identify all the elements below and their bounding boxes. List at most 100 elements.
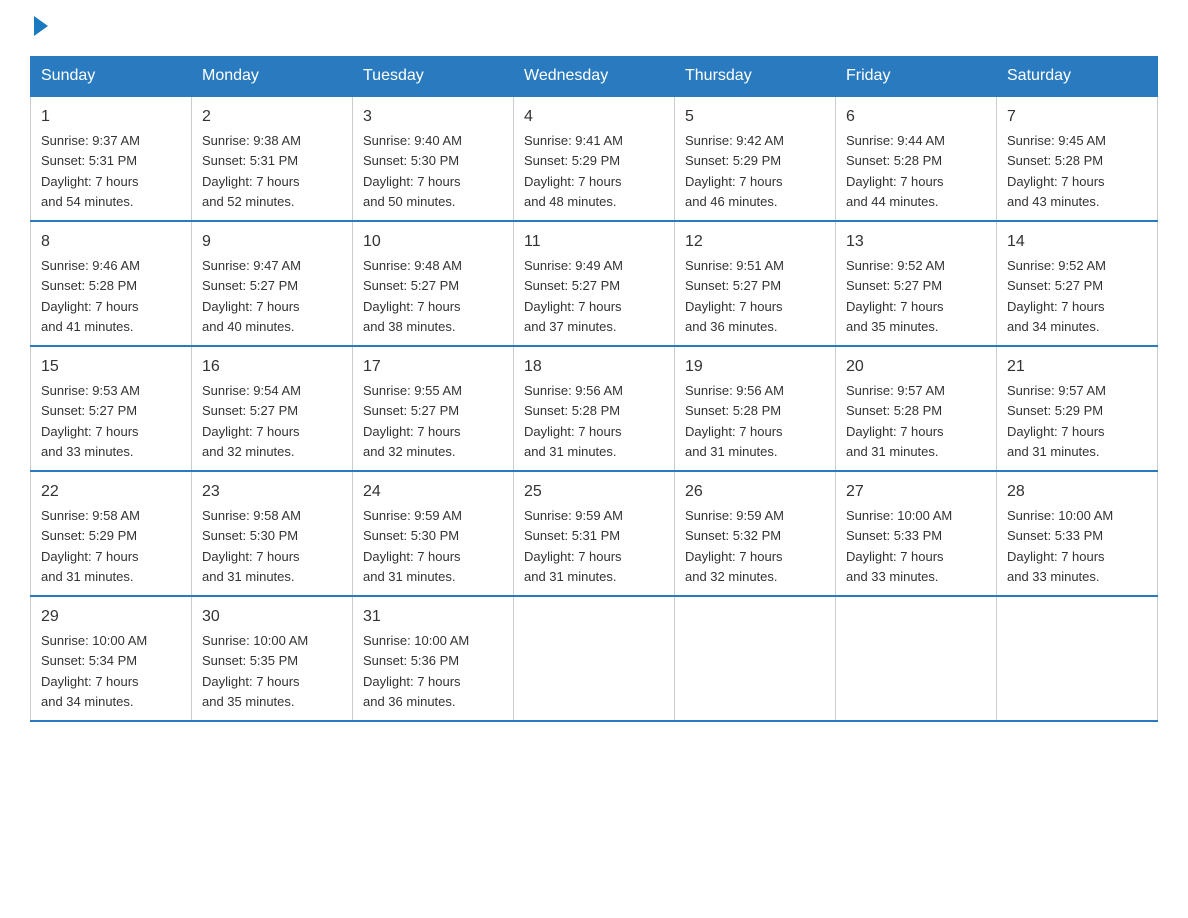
day-info-line: and 32 minutes.: [685, 569, 778, 584]
day-info-line: Sunset: 5:27 PM: [202, 403, 298, 418]
day-info-line: and 31 minutes.: [685, 444, 778, 459]
day-info-line: Sunset: 5:28 PM: [846, 153, 942, 168]
day-number: 5: [685, 105, 825, 129]
day-info-line: Daylight: 7 hours: [685, 549, 783, 564]
calendar-cell: 19Sunrise: 9:56 AMSunset: 5:28 PMDayligh…: [675, 346, 836, 471]
day-info-line: Sunrise: 9:41 AM: [524, 133, 623, 148]
day-info-line: Sunset: 5:33 PM: [846, 528, 942, 543]
calendar-cell: 2 Sunrise: 9:38 AM Sunset: 5:31 PM Daylight…: [192, 96, 353, 221]
day-info-line: Sunset: 5:31 PM: [524, 528, 620, 543]
day-info-line: and 43 minutes.: [1007, 194, 1100, 209]
calendar-cell: 17Sunrise: 9:55 AMSunset: 5:27 PMDayligh…: [353, 346, 514, 471]
calendar-week-row: 29Sunrise: 10:00 AMSunset: 5:34 PMDaylig…: [31, 596, 1158, 721]
calendar-cell: 5Sunrise: 9:42 AMSunset: 5:29 PMDaylight…: [675, 96, 836, 221]
day-info-line: Sunrise: 9:47 AM: [202, 258, 301, 273]
day-number: 16: [202, 355, 342, 379]
calendar-week-row: 8 Sunrise: 9:46 AM Sunset: 5:28 PM Daylight…: [31, 221, 1158, 346]
day-info-line: Sunrise: 9:49 AM: [524, 258, 623, 273]
calendar-header-monday: Monday: [192, 57, 353, 97]
page-header: [30, 20, 1158, 36]
calendar-cell: 9 Sunrise: 9:47 AM Sunset: 5:27 PM Daylight…: [192, 221, 353, 346]
day-info-line: Sunrise: 9:46 AM: [41, 258, 140, 273]
day-number: 19: [685, 355, 825, 379]
day-info-line: Sunrise: 9:40 AM: [363, 133, 462, 148]
day-info-line: and 54 minutes.: [41, 194, 134, 209]
calendar-cell: 11Sunrise: 9:49 AMSunset: 5:27 PMDayligh…: [514, 221, 675, 346]
day-info-line: Daylight: 7 hours: [685, 299, 783, 314]
calendar-header-wednesday: Wednesday: [514, 57, 675, 97]
day-number: 12: [685, 230, 825, 254]
calendar-cell: 1Sunrise: 9:37 AMSunset: 5:31 PMDaylight…: [31, 96, 192, 221]
day-info-line: Sunset: 5:35 PM: [202, 653, 298, 668]
day-info-line: and 50 minutes.: [363, 194, 456, 209]
day-info-line: Sunrise: 9:52 AM: [1007, 258, 1106, 273]
calendar-week-row: 1Sunrise: 9:37 AMSunset: 5:31 PMDaylight…: [31, 96, 1158, 221]
day-info-line: Daylight: 7 hours: [524, 549, 622, 564]
day-info-line: Daylight: 7 hours: [202, 174, 300, 189]
day-info-line: and 35 minutes.: [202, 694, 295, 709]
day-info-line: and 31 minutes.: [41, 569, 134, 584]
day-info-line: and 32 minutes.: [202, 444, 295, 459]
day-info-line: Sunset: 5:27 PM: [524, 278, 620, 293]
day-number: 9: [202, 230, 342, 254]
day-info-line: and 37 minutes.: [524, 319, 617, 334]
day-info-line: Sunrise: 9:59 AM: [685, 508, 784, 523]
day-info-line: and 36 minutes.: [363, 694, 456, 709]
calendar-cell: 7Sunrise: 9:45 AMSunset: 5:28 PMDaylight…: [997, 96, 1158, 221]
calendar-cell: 8Sunrise: 9:46 AMSunset: 5:28 PMDaylight…: [31, 221, 192, 346]
day-info-line: Sunrise: 10:00 AM: [202, 633, 308, 648]
day-number: 2: [202, 105, 342, 129]
day-info-line: Sunset: 5:27 PM: [846, 278, 942, 293]
day-info-line: Sunrise: 9:44 AM: [846, 133, 945, 148]
calendar-cell: 16Sunrise: 9:54 AMSunset: 5:27 PMDayligh…: [192, 346, 353, 471]
day-info-line: Sunset: 5:33 PM: [1007, 528, 1103, 543]
day-number: 21: [1007, 355, 1147, 379]
day-number: 7: [1007, 105, 1147, 129]
calendar-header-tuesday: Tuesday: [353, 57, 514, 97]
day-number: 28: [1007, 480, 1147, 504]
day-info-line: Sunrise: 9:56 AM: [685, 383, 784, 398]
day-info-line: Daylight: 7 hours: [202, 299, 300, 314]
day-info-line: Sunset: 5:28 PM: [846, 403, 942, 418]
day-number: 27: [846, 480, 986, 504]
day-info-line: Sunset: 5:27 PM: [685, 278, 781, 293]
day-info-line: Daylight: 7 hours: [1007, 174, 1105, 189]
day-info-line: Daylight: 7 hours: [524, 174, 622, 189]
day-info-line: and 31 minutes.: [202, 569, 295, 584]
day-number: 8: [41, 230, 181, 254]
day-info-line: Sunset: 5:29 PM: [1007, 403, 1103, 418]
calendar-cell: [514, 596, 675, 721]
day-info-line: Sunrise: 9:51 AM: [685, 258, 784, 273]
day-info-line: and 31 minutes.: [1007, 444, 1100, 459]
day-number: 24: [363, 480, 503, 504]
calendar-cell: 28Sunrise: 10:00 AMSunset: 5:33 PMDaylig…: [997, 471, 1158, 596]
day-info-line: Sunrise: 9:38 AM: [202, 133, 301, 148]
logo: [30, 20, 48, 36]
day-info-line: and 33 minutes.: [1007, 569, 1100, 584]
logo-arrow-icon: [34, 16, 48, 36]
calendar-cell: 21 Sunrise: 9:57 AM Sunset: 5:29 PM Dayligh…: [997, 346, 1158, 471]
day-info-line: Sunset: 5:28 PM: [41, 278, 137, 293]
calendar-cell: 23Sunrise: 9:58 AMSunset: 5:30 PMDayligh…: [192, 471, 353, 596]
day-info-line: Sunrise: 9:57 AM: [1007, 383, 1106, 398]
day-info-line: Daylight: 7 hours: [363, 174, 461, 189]
day-info-line: Sunset: 5:31 PM: [202, 153, 298, 168]
day-info-line: Daylight: 7 hours: [1007, 424, 1105, 439]
day-number: 30: [202, 605, 342, 629]
day-number: 14: [1007, 230, 1147, 254]
calendar-cell: 10Sunrise: 9:48 AMSunset: 5:27 PMDayligh…: [353, 221, 514, 346]
calendar-table: SundayMondayTuesdayWednesdayThursdayFrid…: [30, 56, 1158, 722]
day-number: 23: [202, 480, 342, 504]
day-info-line: Daylight: 7 hours: [202, 424, 300, 439]
day-info-line: and 32 minutes.: [363, 444, 456, 459]
day-info-line: Sunrise: 10:00 AM: [363, 633, 469, 648]
day-info-line: Sunrise: 9:53 AM: [41, 383, 140, 398]
calendar-cell: 26Sunrise: 9:59 AMSunset: 5:32 PMDayligh…: [675, 471, 836, 596]
day-info-line: Daylight: 7 hours: [846, 174, 944, 189]
day-info-line: Sunset: 5:27 PM: [202, 278, 298, 293]
day-info-line: Sunrise: 10:00 AM: [41, 633, 147, 648]
day-info-line: Sunrise: 9:58 AM: [202, 508, 301, 523]
day-info-line: Sunset: 5:36 PM: [363, 653, 459, 668]
day-info-line: Daylight: 7 hours: [846, 424, 944, 439]
day-number: 4: [524, 105, 664, 129]
